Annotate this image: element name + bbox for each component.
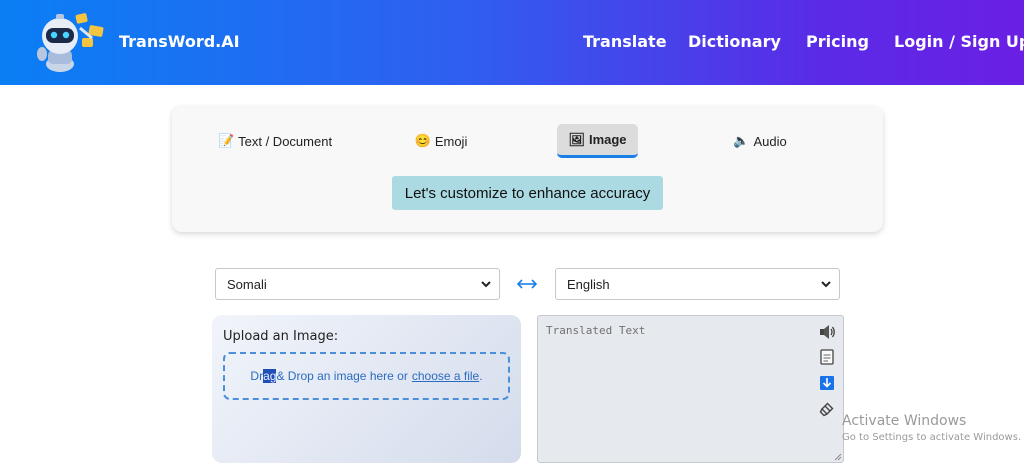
swap-languages-icon[interactable]: [516, 276, 538, 292]
nav-pricing[interactable]: Pricing: [806, 32, 869, 51]
tab-image[interactable]: 🖼 Image: [557, 124, 638, 158]
dropzone-text-start: Dr: [250, 369, 264, 383]
tab-text-document[interactable]: 📝 Text / Document: [200, 124, 350, 158]
nav-login-signup[interactable]: Login / Sign Up: [894, 32, 1024, 51]
watermark-title: Activate Windows: [842, 413, 967, 429]
download-icon[interactable]: [818, 374, 836, 392]
top-navbar: TransWord.AI Translate Dictionary Pricin…: [0, 0, 1024, 85]
brand-name[interactable]: TransWord.AI: [119, 32, 240, 51]
translated-text-area[interactable]: Translated Text: [537, 315, 844, 463]
image-dropzone[interactable]: Dr ag & Drop an image here or choose a fil…: [223, 352, 510, 400]
tab-label: Image: [588, 132, 627, 147]
customize-accuracy-button[interactable]: Let's customize to enhance accuracy: [392, 176, 663, 210]
resize-handle-icon[interactable]: [833, 452, 842, 461]
speaker-icon: 🔈: [733, 133, 750, 148]
upload-panel: Upload an Image: Dr ag & Drop an image he…: [212, 315, 521, 463]
dropzone-text-end: .: [479, 369, 483, 383]
speaker-icon[interactable]: [818, 323, 836, 341]
memo-icon: 📝: [217, 133, 235, 148]
robot-logo-icon[interactable]: [34, 8, 108, 74]
tab-audio[interactable]: 🔈 Audio: [720, 124, 800, 158]
source-language-value: Somali: [227, 276, 267, 292]
choose-file-link[interactable]: choose a file: [412, 369, 479, 383]
copy-icon[interactable]: [818, 348, 836, 366]
mode-card: 📝 Text / Document 😊 Emoji 🖼 Image 🔈 Audi…: [172, 106, 883, 232]
activate-windows-watermark: Activate Windows Go to Settings to activ…: [842, 413, 1021, 443]
smiley-icon: 😊: [414, 133, 431, 148]
nav-translate[interactable]: Translate: [583, 32, 667, 51]
dropzone-selected-text: ag: [263, 369, 277, 383]
upload-title: Upload an Image:: [223, 329, 339, 344]
tab-label: Text / Document: [238, 133, 333, 149]
translated-text-placeholder: Translated Text: [546, 324, 646, 337]
tab-label: Emoji: [434, 133, 468, 149]
watermark-subtitle: Go to Settings to activate Windows.: [842, 432, 1022, 443]
dropzone-text: & Drop an image here or: [276, 369, 408, 383]
source-language-select[interactable]: Somali: [215, 268, 500, 300]
target-language-value: English: [567, 276, 610, 292]
picture-icon: 🖼: [568, 131, 585, 147]
tab-label: Audio: [753, 133, 787, 149]
tab-emoji[interactable]: 😊 Emoji: [406, 124, 476, 158]
target-language-select[interactable]: English: [555, 268, 840, 300]
share-icon[interactable]: [818, 400, 836, 418]
chevron-down-icon: [481, 281, 491, 288]
chevron-down-icon: [821, 281, 831, 288]
nav-dictionary[interactable]: Dictionary: [688, 32, 781, 51]
